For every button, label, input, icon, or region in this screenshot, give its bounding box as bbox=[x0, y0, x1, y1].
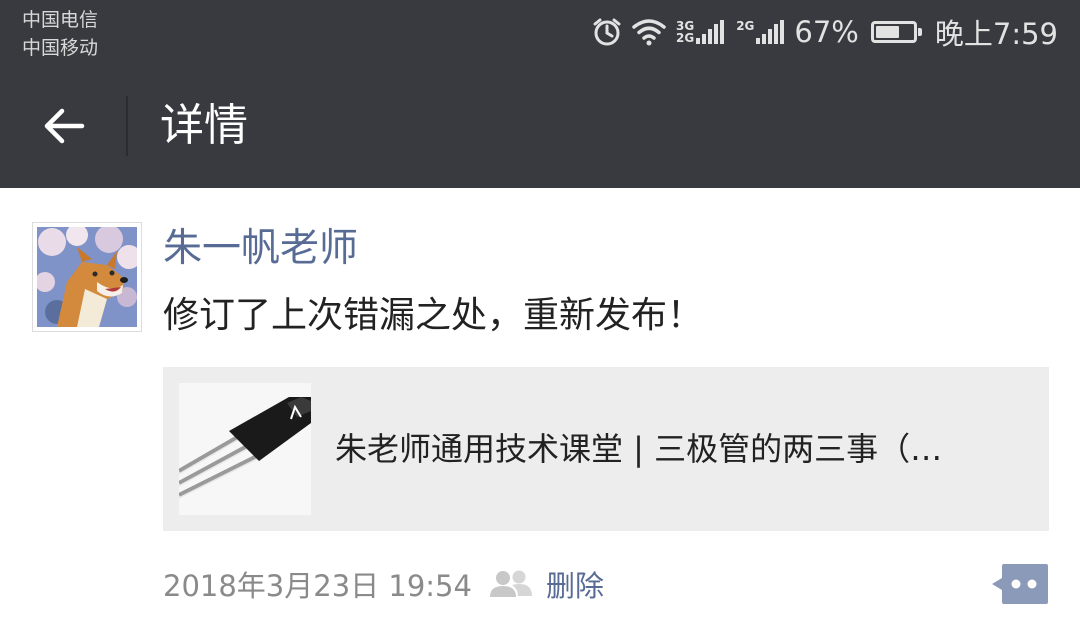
signal-bars-2 bbox=[756, 20, 786, 44]
comment-button[interactable] bbox=[990, 562, 1050, 606]
nav-divider bbox=[126, 96, 128, 156]
status-indicators: 3G 2G 2G 67% 晚上7:59 bbox=[582, 12, 1058, 52]
signal-icon-2: 2G bbox=[736, 20, 786, 44]
avatar-image bbox=[35, 224, 141, 327]
wifi-icon bbox=[632, 18, 666, 46]
carrier-info: 中国电信 中国移动 bbox=[22, 6, 98, 62]
delete-button[interactable]: 删除 bbox=[546, 563, 604, 605]
link-thumbnail bbox=[179, 383, 311, 515]
people-icon bbox=[488, 569, 534, 599]
signal-icon-1: 3G 2G bbox=[676, 20, 726, 44]
back-button[interactable] bbox=[40, 102, 88, 150]
status-bar: 中国电信 中国移动 3G 2G 2G 67% 晚上7:59 bbox=[0, 0, 1080, 64]
post-text: 修订了上次错漏之处，重新发布！ bbox=[163, 295, 704, 336]
page-title: 详情 bbox=[160, 100, 248, 151]
author-name[interactable]: 朱一帆老师 bbox=[163, 224, 358, 274]
avatar[interactable] bbox=[32, 222, 142, 332]
link-title: 朱老师通用技术课堂 | 三极管的两三事（… bbox=[335, 430, 943, 468]
signal-bars-1 bbox=[696, 20, 726, 44]
post-timestamp: 2018年3月23日 19:54 bbox=[163, 569, 472, 603]
header: 中国电信 中国移动 3G 2G 2G 67% 晚上7:59 详情 bbox=[0, 0, 1080, 188]
network-type-1: 3G 2G bbox=[676, 19, 695, 45]
alarm-icon bbox=[592, 17, 622, 47]
clock: 晚上7:59 bbox=[934, 17, 1058, 51]
battery-percent: 67% bbox=[794, 15, 859, 49]
carrier-1: 中国电信 bbox=[22, 9, 99, 31]
carrier-2: 中国移动 bbox=[22, 37, 99, 59]
shared-link-card[interactable]: 朱老师通用技术课堂 | 三极管的两三事（… bbox=[163, 367, 1049, 531]
battery-icon bbox=[870, 21, 922, 43]
navigation-bar: 详情 bbox=[0, 64, 1080, 188]
network-type-2: 2G bbox=[736, 19, 755, 33]
post-meta: 2018年3月23日 19:54 删除 bbox=[163, 560, 604, 608]
comment-icon bbox=[992, 564, 1048, 604]
arrow-left-icon bbox=[44, 108, 85, 144]
